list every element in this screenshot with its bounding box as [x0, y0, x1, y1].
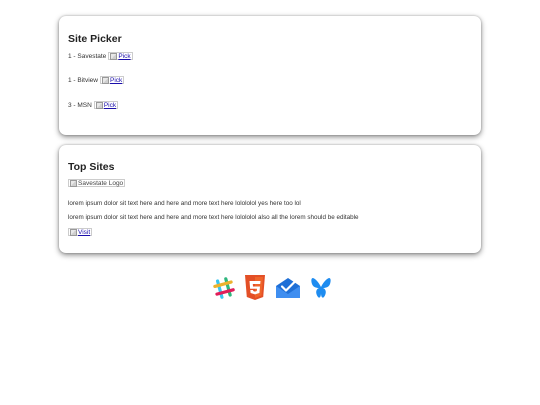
site-row-label: 1 - Savestate: [68, 52, 107, 60]
site-row-msn: 3 - MSN Pick: [68, 101, 119, 109]
savestate-logo: Savestate Logo: [68, 179, 126, 187]
pick-button-savestate[interactable]: Pick: [108, 52, 133, 60]
site-row-savestate: 1 - Savestate Pick: [68, 52, 133, 60]
html5-icon[interactable]: [244, 275, 266, 301]
top-sites-title: Top Sites: [68, 161, 115, 173]
inbox-icon[interactable]: [274, 276, 302, 300]
pick-button-msn[interactable]: Pick: [93, 101, 119, 109]
logo-alt-text: Savestate Logo: [78, 179, 124, 187]
bluesky-icon[interactable]: [310, 276, 332, 300]
slack-icon[interactable]: [212, 276, 236, 300]
broken-image-icon: [95, 101, 103, 109]
pick-link-label: Pick: [118, 52, 131, 60]
footer-icons: [212, 275, 332, 301]
visit-button[interactable]: Visit: [68, 228, 93, 236]
visit-link-label: Visit: [78, 228, 91, 236]
site-row-bitview: 1 - Bitview Pick: [68, 76, 125, 84]
broken-image-icon: [101, 76, 109, 84]
site-row-label: 1 - Bitview: [68, 76, 98, 84]
broken-image-icon: [70, 179, 77, 187]
pick-link-label: Pick: [103, 101, 117, 109]
site-picker-card: Site Picker 1 - Savestate Pick 1 - Bitvi…: [59, 16, 481, 135]
description-paragraph-1: lorem ipsum dolor sit text here and here…: [68, 200, 301, 207]
broken-image-icon: [110, 52, 118, 60]
broken-image-icon: [70, 228, 77, 236]
pick-link-label: Pick: [109, 76, 123, 84]
pick-button-bitview[interactable]: Pick: [99, 76, 125, 84]
description-paragraph-2: lorem ipsum dolor sit text here and here…: [68, 214, 359, 221]
site-row-label: 3 - MSN: [68, 101, 92, 109]
top-sites-card: Top Sites Savestate Logo lorem ipsum dol…: [59, 145, 481, 253]
site-picker-title: Site Picker: [68, 33, 122, 45]
